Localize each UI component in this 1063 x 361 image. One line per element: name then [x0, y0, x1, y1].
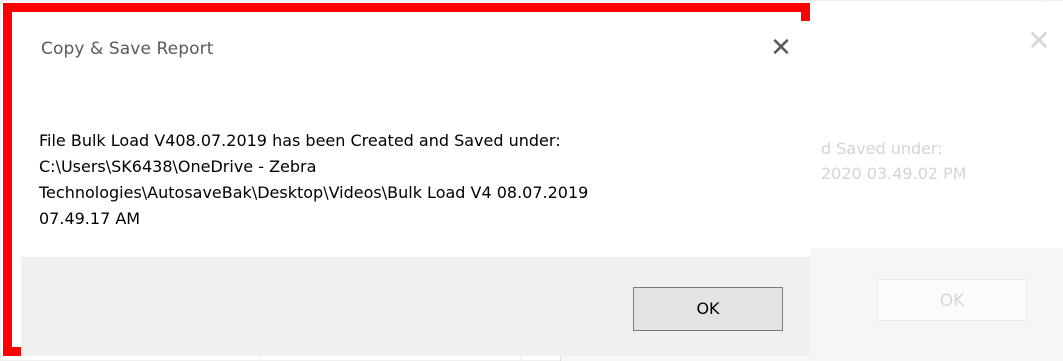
- message-line-2: C:\Users\SK6438\OneDrive - Zebra: [39, 157, 317, 176]
- dialog-title: Copy & Save Report: [41, 39, 214, 59]
- dialog-message: File Bulk Load V408.07.2019 has been Cre…: [39, 128, 779, 232]
- highlight-frame: Copy & Save Report ✕ File Bulk Load V408…: [3, 3, 810, 356]
- background-message-line-1: d Saved under:: [821, 139, 943, 158]
- message-line-4: 07.49.17 AM: [39, 209, 141, 228]
- copy-save-report-dialog: Copy & Save Report ✕ File Bulk Load V408…: [21, 21, 810, 356]
- message-line-3: Technologies\AutosaveBak\Desktop\Videos\…: [39, 183, 589, 202]
- background-message-line-2: 2020 03.49.02 PM: [821, 164, 967, 183]
- ok-button[interactable]: OK: [633, 287, 783, 331]
- close-icon[interactable]: ✕: [768, 35, 794, 61]
- background-ok-button: OK: [877, 279, 1027, 321]
- dialog-footer: OK: [21, 257, 810, 356]
- background-close-icon: ✕: [1027, 24, 1051, 57]
- message-line-1: File Bulk Load V408.07.2019 has been Cre…: [39, 131, 561, 150]
- background-message: d Saved under: 2020 03.49.02 PM: [821, 136, 967, 186]
